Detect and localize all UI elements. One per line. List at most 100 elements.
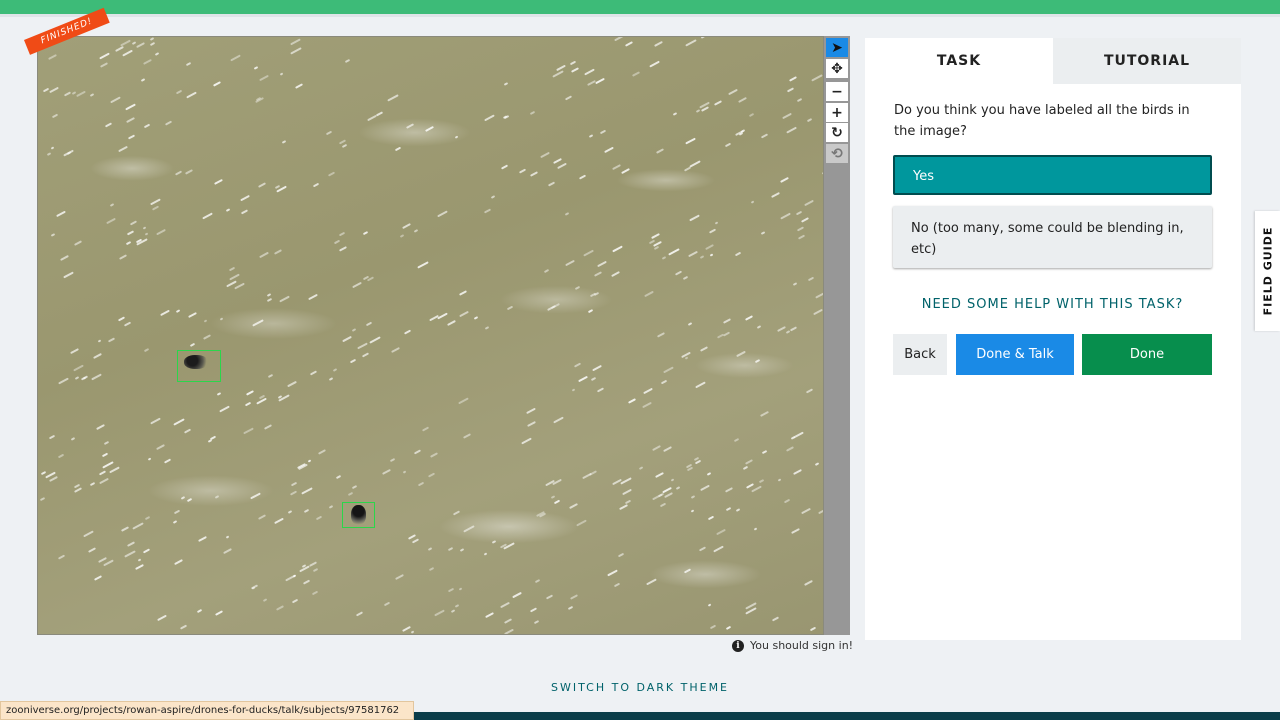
water-glint (417, 481, 425, 487)
water-glint (70, 347, 80, 355)
water-glint (140, 78, 146, 83)
water-glint (128, 134, 136, 140)
zoom-in-icon[interactable]: + (826, 103, 848, 122)
help-link[interactable]: NEED SOME HELP WITH THIS TASK? (893, 297, 1212, 312)
water-glint (574, 362, 582, 369)
status-bar-url: zooniverse.org/projects/rowan-aspire/dro… (0, 701, 415, 720)
water-glint (733, 438, 740, 443)
water-glint (173, 559, 184, 566)
answer-yes[interactable]: Yes (893, 155, 1212, 195)
water-glint (127, 540, 136, 547)
water-glint (369, 336, 381, 344)
pointer-icon[interactable]: ➤ (826, 38, 848, 57)
water-glint (779, 212, 791, 220)
water-glint (803, 580, 813, 587)
water-glint (540, 152, 551, 159)
bird-box-1[interactable] (177, 350, 221, 382)
signin-notice[interactable]: i You should sign in! (732, 639, 853, 652)
water-glint (118, 145, 129, 152)
water-glint (40, 470, 47, 476)
water-glint (790, 528, 800, 535)
water-glint (76, 90, 86, 97)
water-glint (49, 86, 60, 93)
bird-box-2[interactable] (342, 502, 375, 528)
water-glint (738, 96, 747, 103)
answer-no[interactable]: No (too many, some could be blending in,… (893, 206, 1212, 268)
water-glint (491, 540, 497, 545)
water-glint (125, 240, 132, 246)
water-glint (88, 546, 97, 553)
water-glint (242, 427, 254, 435)
water-glint (219, 316, 224, 321)
water-glint (259, 251, 269, 259)
water-glint (402, 626, 411, 633)
water-glint (142, 58, 152, 65)
water-glint (728, 88, 739, 95)
water-glint (281, 140, 286, 144)
water-glint (428, 472, 436, 478)
water-glint (654, 471, 664, 478)
water-glint (399, 234, 405, 239)
water-glint (447, 588, 455, 593)
water-glint (793, 431, 805, 439)
tab-tutorial[interactable]: TUTORIAL (1053, 38, 1241, 84)
water-glint (805, 389, 813, 394)
pan-icon[interactable]: ✥ (826, 59, 848, 78)
water-glint (430, 452, 439, 459)
water-glint (503, 629, 514, 634)
water-glint (618, 504, 629, 511)
done-and-talk-button[interactable]: Done & Talk (956, 334, 1074, 375)
water-glint (135, 563, 145, 570)
water-glint (93, 575, 102, 581)
rotate-icon[interactable]: ↻ (826, 123, 848, 142)
water-glint (339, 231, 346, 237)
water-glint (793, 469, 802, 476)
water-glint (351, 327, 357, 332)
water-glint (175, 308, 181, 313)
water-glint (815, 291, 823, 299)
water-glint (138, 558, 142, 562)
water-glint (110, 96, 121, 103)
water-glint (144, 515, 150, 521)
water-glint (406, 123, 415, 129)
reset-icon[interactable]: ⟲ (826, 144, 848, 163)
water-glint (712, 545, 724, 553)
zoom-out-icon[interactable]: − (826, 82, 848, 101)
water-glint (289, 490, 298, 496)
water-glint (101, 461, 114, 469)
water-glint (550, 302, 560, 309)
water-glint (776, 325, 786, 332)
water-glint (788, 76, 797, 82)
tab-task[interactable]: TASK (865, 38, 1053, 84)
water-glint (474, 316, 479, 320)
water-glint (684, 568, 692, 574)
water-glint (785, 330, 791, 335)
water-glint (612, 164, 622, 171)
water-glint (48, 435, 56, 440)
water-glint (789, 326, 797, 332)
water-glint (64, 91, 72, 97)
water-glint (202, 333, 211, 340)
water-glint (348, 491, 354, 496)
water-glint (779, 177, 789, 184)
water-glint (663, 491, 674, 498)
done-button[interactable]: Done (1082, 334, 1212, 375)
water-glint (173, 519, 178, 524)
back-button[interactable]: Back (893, 334, 947, 375)
water-glint (311, 591, 319, 596)
water-glint (411, 538, 419, 544)
water-glint (202, 212, 214, 219)
subject-image[interactable] (37, 36, 824, 635)
info-icon: i (732, 639, 744, 652)
water-glint (183, 428, 192, 434)
water-glint (787, 87, 794, 93)
water-glint (690, 494, 696, 499)
water-glint (796, 226, 804, 231)
water-glint (797, 234, 806, 240)
water-glint (186, 61, 192, 67)
water-glint (274, 517, 284, 524)
water-glint (95, 423, 105, 430)
dark-theme-toggle[interactable]: SWITCH TO DARK THEME (0, 681, 1280, 694)
water-glint (698, 546, 706, 552)
field-guide-tab[interactable]: FIELD GUIDE (1255, 211, 1280, 331)
